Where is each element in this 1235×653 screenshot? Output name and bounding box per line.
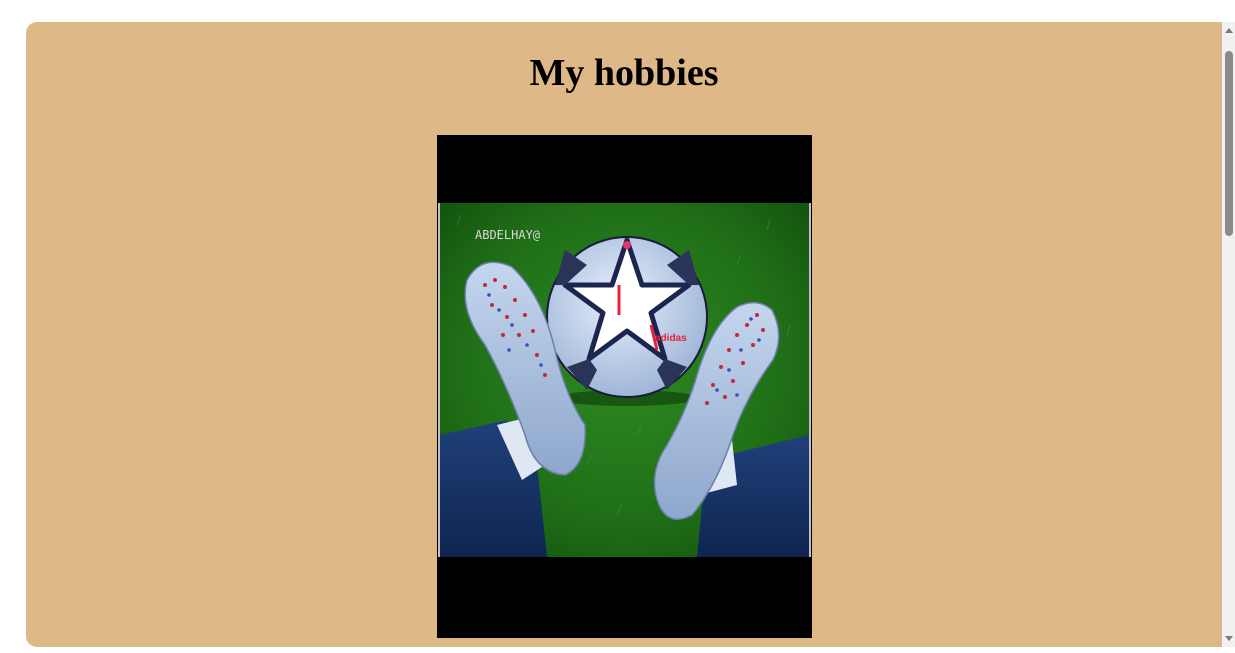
- scroll-down-arrow-icon[interactable]: [1222, 631, 1235, 647]
- page-title: My hobbies: [529, 52, 719, 94]
- page-content: My hobbies ABDELHAY@ adidas: [26, 22, 1222, 647]
- vertical-scrollbar[interactable]: [1222, 22, 1235, 647]
- ball-brand: adidas: [655, 333, 687, 344]
- image-watermark: ABDELHAY@: [475, 228, 540, 242]
- scroll-up-arrow-icon[interactable]: [1222, 22, 1235, 38]
- soccer-photo: ABDELHAY@ adidas: [437, 135, 812, 638]
- hobby-image: ABDELHAY@ adidas: [437, 135, 812, 638]
- scroll-thumb[interactable]: [1225, 51, 1233, 236]
